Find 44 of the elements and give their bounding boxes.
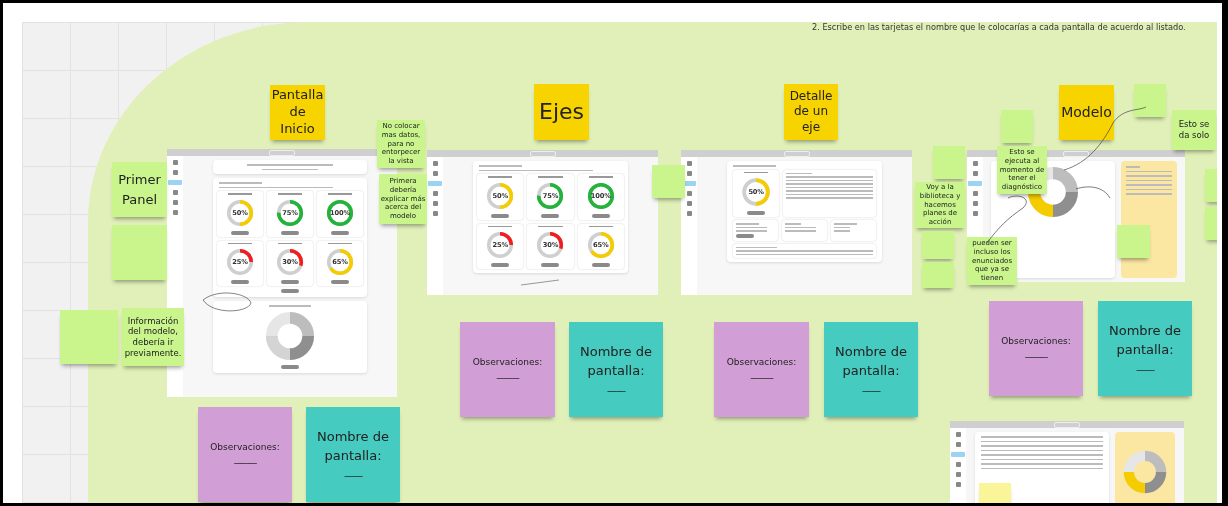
sticky-note: Esto se da solo <box>1172 110 1216 150</box>
blank-line: -------- <box>344 470 362 481</box>
blank-line: ---------- <box>1024 351 1048 362</box>
detail-button[interactable] <box>281 230 299 235</box>
view-button[interactable] <box>281 364 299 369</box>
sticky-note: Primer Panel <box>112 162 167 217</box>
title-sticky-note: Detalle de un eje <box>784 84 838 140</box>
card-label: Nombre de pantalla: <box>578 343 653 380</box>
title-sticky-note: Modelo <box>1059 85 1114 140</box>
pen-stroke <box>520 279 560 286</box>
detail-button[interactable] <box>491 263 510 267</box>
detail-button[interactable] <box>491 213 510 218</box>
detail-button[interactable] <box>591 213 610 218</box>
sticky-note: Información del modelo, debería ir previamente. <box>122 308 184 366</box>
detail-button[interactable] <box>331 280 349 284</box>
card-label: Nombre de pantalla: <box>315 428 390 465</box>
instruction-text: 2. Escribe en las tarjetas el nombre que le colocarías a cada pantalla de acuerdo al listado. <box>812 22 1186 32</box>
detail-button[interactable] <box>230 280 249 284</box>
card-label: Nombre de pantalla: <box>1107 322 1182 359</box>
detail-button[interactable] <box>331 230 349 235</box>
detail-button[interactable] <box>541 263 560 267</box>
card-label: Nombre de pantalla: <box>833 343 908 380</box>
detail-button[interactable] <box>591 263 610 267</box>
view-button[interactable] <box>281 289 299 293</box>
pen-stroke <box>1075 186 1111 199</box>
title-sticky-note: Pantalla de Inicio <box>270 85 325 140</box>
detail-button[interactable] <box>281 280 299 284</box>
detail-button[interactable] <box>541 213 560 218</box>
detail-button[interactable] <box>230 230 249 235</box>
blank-line: ---------- <box>496 372 519 383</box>
card-label: Observaciones: <box>210 441 280 452</box>
title-sticky-note: Ejes <box>534 84 589 140</box>
blank-line: -------- <box>862 385 880 396</box>
blank-line: ---------- <box>750 372 773 383</box>
pen-stroke <box>202 292 252 312</box>
card-label: Observaciones: <box>726 356 797 367</box>
detail-button[interactable] <box>747 211 766 215</box>
donut-chart <box>1122 449 1169 495</box>
blank-line: -------- <box>1136 364 1154 375</box>
donut-chart <box>264 309 316 362</box>
blank-line: ---------- <box>233 457 257 468</box>
card-label: Observaciones: <box>472 356 543 367</box>
blank-line: -------- <box>607 385 625 396</box>
card-label: Observaciones: <box>1001 335 1071 346</box>
